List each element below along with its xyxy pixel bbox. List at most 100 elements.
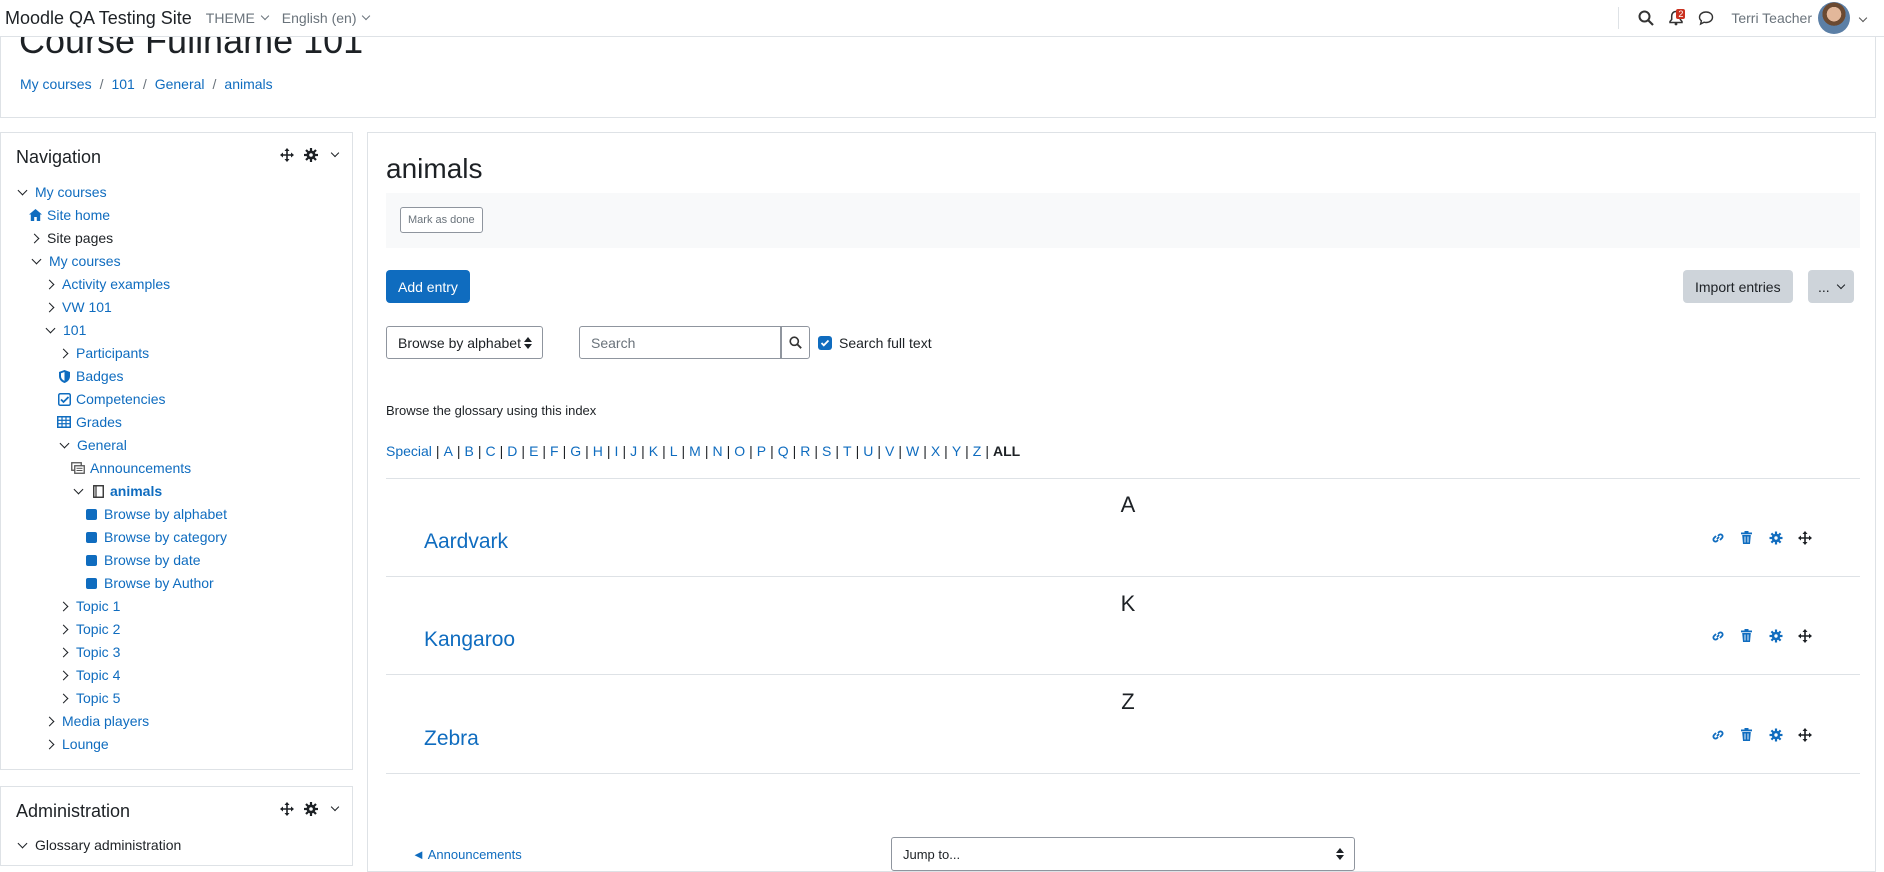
site-name[interactable]: Moodle QA Testing Site: [5, 8, 192, 29]
chevron-down-icon[interactable]: [16, 186, 28, 198]
mark-as-done-button[interactable]: Mark as done: [400, 207, 483, 233]
tree-browse-by-category[interactable]: Browse by category: [86, 529, 227, 545]
alphabet-link[interactable]: G: [570, 443, 581, 459]
tree-my-courses[interactable]: My courses: [30, 253, 121, 269]
alphabet-link[interactable]: C: [486, 443, 496, 459]
alphabet-link[interactable]: J: [630, 443, 637, 459]
tree-label[interactable]: Browse by Author: [104, 575, 214, 591]
tree-label[interactable]: My courses: [49, 253, 121, 269]
alphabet-link[interactable]: X: [931, 443, 940, 459]
trash-icon[interactable]: [1738, 529, 1755, 546]
tree-label[interactable]: Activity examples: [62, 276, 170, 292]
chevron-right-icon[interactable]: [43, 738, 55, 750]
gear-icon[interactable]: [1767, 726, 1784, 743]
tree-label[interactable]: General: [77, 437, 127, 453]
chevron-right-icon[interactable]: [28, 232, 40, 244]
more-actions-button[interactable]: ...: [1808, 270, 1854, 303]
tree-label[interactable]: Topic 4: [76, 667, 120, 683]
chevron-down-icon[interactable]: [16, 839, 28, 851]
tree-label[interactable]: Site pages: [47, 230, 113, 246]
previous-activity-link[interactable]: ◄ Announcements: [412, 847, 522, 862]
tree-label[interactable]: Browse by alphabet: [104, 506, 227, 522]
link-icon[interactable]: [1709, 529, 1726, 546]
move-icon[interactable]: [1796, 726, 1813, 743]
tree-label[interactable]: 101: [63, 322, 86, 338]
alphabet-link[interactable]: P: [757, 443, 766, 459]
chevron-right-icon[interactable]: [57, 646, 69, 658]
move-icon[interactable]: [280, 148, 294, 162]
alphabet-link[interactable]: D: [507, 443, 517, 459]
alphabet-link[interactable]: N: [712, 443, 722, 459]
tree-label[interactable]: Topic 1: [76, 598, 120, 614]
chevron-down-icon[interactable]: [330, 802, 340, 812]
trash-icon[interactable]: [1738, 627, 1755, 644]
tree-browse-by-alphabet[interactable]: Browse by alphabet: [86, 506, 227, 522]
chevron-right-icon[interactable]: [57, 600, 69, 612]
avatar[interactable]: [1818, 2, 1850, 34]
notifications-bell-icon[interactable]: 2: [1661, 3, 1691, 33]
tree-site-home[interactable]: Site home: [28, 207, 110, 223]
tree-topic-3[interactable]: Topic 3: [57, 644, 120, 660]
tree-label[interactable]: Browse by date: [104, 552, 201, 568]
chevron-down-icon[interactable]: [30, 255, 42, 267]
search-full-text-option[interactable]: Search full text: [818, 326, 932, 359]
alphabet-link[interactable]: I: [615, 443, 619, 459]
alphabet-link[interactable]: H: [593, 443, 603, 459]
user-name[interactable]: Terri Teacher: [1731, 10, 1812, 26]
tree-media-players[interactable]: Media players: [43, 713, 149, 729]
entry-concept-link[interactable]: Kangaroo: [424, 628, 515, 652]
alphabet-link[interactable]: R: [800, 443, 810, 459]
tree-vw-101[interactable]: VW 101: [43, 299, 112, 315]
breadcrumb-section[interactable]: General: [155, 76, 205, 92]
tree-label[interactable]: Participants: [76, 345, 149, 361]
tree-label[interactable]: Topic 3: [76, 644, 120, 660]
search-full-text-checkbox[interactable]: [818, 335, 832, 350]
tree-competencies[interactable]: Competencies: [57, 391, 166, 407]
alphabet-link[interactable]: U: [863, 443, 873, 459]
tree-browse-by-author[interactable]: Browse by Author: [86, 575, 214, 591]
tree-general[interactable]: General: [58, 437, 127, 453]
alphabet-link[interactable]: Q: [778, 443, 789, 459]
tree-label[interactable]: Topic 2: [76, 621, 120, 637]
tree-label[interactable]: Media players: [62, 713, 149, 729]
alphabet-link[interactable]: K: [649, 443, 658, 459]
alphabet-link[interactable]: T: [843, 443, 852, 459]
alphabet-link[interactable]: M: [689, 443, 701, 459]
messages-icon[interactable]: [1691, 3, 1721, 33]
alphabet-link[interactable]: S: [822, 443, 831, 459]
alphabet-link[interactable]: Y: [952, 443, 961, 459]
chevron-right-icon[interactable]: [57, 669, 69, 681]
tree-label[interactable]: animals: [110, 483, 162, 499]
trash-icon[interactable]: [1738, 726, 1755, 743]
tree-participants[interactable]: Participants: [57, 345, 149, 361]
tree-label[interactable]: Badges: [76, 368, 123, 384]
tree-course-101[interactable]: 101: [44, 322, 86, 338]
chevron-right-icon[interactable]: [43, 278, 55, 290]
tree-browse-by-date[interactable]: Browse by date: [86, 552, 201, 568]
tree-label[interactable]: Browse by category: [104, 529, 227, 545]
alphabet-link[interactable]: B: [465, 443, 474, 459]
tree-site-pages[interactable]: Site pages: [28, 230, 113, 246]
tree-label[interactable]: My courses: [35, 184, 107, 200]
user-menu-chevron-down-icon[interactable]: [1858, 13, 1868, 23]
breadcrumb-activity[interactable]: animals: [224, 76, 272, 92]
chevron-down-icon[interactable]: [330, 148, 340, 158]
alphabet-link[interactable]: L: [670, 443, 678, 459]
breadcrumb-my-courses[interactable]: My courses: [20, 76, 92, 92]
chevron-right-icon[interactable]: [57, 692, 69, 704]
alphabet-link[interactable]: Z: [973, 443, 982, 459]
language-menu[interactable]: English (en): [282, 10, 371, 26]
alphabet-link[interactable]: A: [444, 443, 453, 459]
tree-my-courses-root[interactable]: My courses: [16, 184, 107, 200]
gear-icon[interactable]: [1767, 627, 1784, 644]
tree-glossary-administration[interactable]: Glossary administration: [16, 837, 181, 853]
alphabet-link[interactable]: O: [734, 443, 745, 459]
chevron-down-icon[interactable]: [72, 485, 84, 497]
tree-badges[interactable]: Badges: [57, 368, 123, 384]
chevron-right-icon[interactable]: [43, 301, 55, 313]
tree-topic-4[interactable]: Topic 4: [57, 667, 120, 683]
gear-icon[interactable]: [1767, 529, 1784, 546]
chevron-right-icon[interactable]: [57, 347, 69, 359]
tree-topic-5[interactable]: Topic 5: [57, 690, 120, 706]
add-entry-button[interactable]: Add entry: [386, 270, 470, 303]
